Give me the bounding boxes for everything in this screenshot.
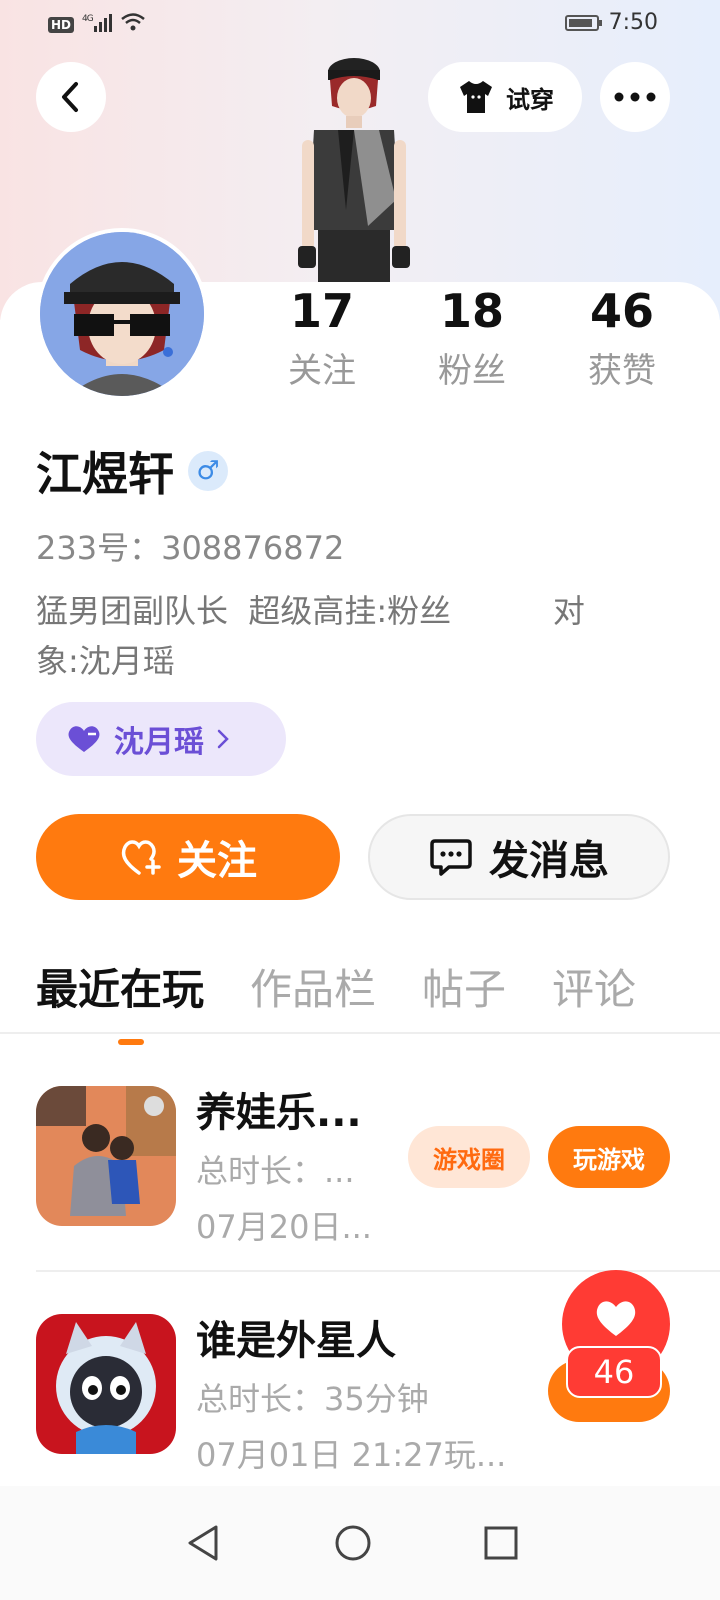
wifi-icon: [120, 12, 146, 38]
tshirt-icon: [460, 81, 492, 113]
more-dots-icon: [614, 92, 656, 102]
try-on-label: 试穿: [506, 85, 554, 114]
nav-back-button[interactable]: [168, 1508, 238, 1578]
content-tabs: 最近在玩 作品栏 帖子 评论: [36, 956, 636, 1045]
stat-label: 关注: [288, 351, 356, 391]
more-options-button[interactable]: [600, 62, 670, 132]
bio-line: 猛男团副队长 超级高挂:粉丝 对: [36, 592, 585, 630]
name-row: 江煜轩 ♂: [36, 438, 228, 504]
male-icon: ♂: [188, 451, 228, 491]
hd-indicator: HD: [48, 17, 75, 33]
battery-icon: [564, 14, 602, 31]
game-title: 养娃乐...: [196, 1090, 362, 1136]
avatar-character-image: [298, 58, 410, 282]
nav-recents-button[interactable]: [466, 1508, 536, 1578]
avatar-portrait-image: [40, 232, 204, 396]
user-name: 江煜轩: [36, 447, 174, 501]
chevron-right-icon: [217, 729, 229, 749]
play-duration: 总时长：...: [196, 1152, 355, 1190]
heart-icon: [68, 726, 100, 752]
user-id[interactable]: 233号：308876872: [36, 523, 344, 569]
list-item[interactable]: 养娃乐... 总时长：... 07月20日... 游戏圈 玩游戏: [36, 1086, 684, 1246]
stat-likes[interactable]: 46 获赞: [562, 285, 682, 392]
play-duration: 总时长：35分钟: [196, 1380, 429, 1418]
stat-following[interactable]: 17 关注: [262, 285, 382, 392]
chevron-left-icon: [62, 82, 78, 112]
triangle-back-icon: [188, 1525, 218, 1561]
relationship-name: 沈月瑶: [114, 725, 204, 760]
heart-icon: [596, 1301, 636, 1336]
user-bio: 猛男团副队长 超级高挂:粉丝 对 象:沈月瑶: [36, 586, 676, 686]
message-label: 发消息: [489, 838, 609, 884]
back-button[interactable]: [36, 62, 106, 132]
clock: 7:50: [608, 10, 658, 35]
game-icon-image: [36, 1086, 176, 1226]
system-navigation-bar: [0, 1486, 720, 1600]
play-game-button[interactable]: 玩游戏: [548, 1126, 670, 1188]
follow-label: 关注: [177, 838, 257, 884]
try-on-button[interactable]: 试穿: [428, 62, 582, 132]
square-recents-icon: [484, 1526, 518, 1560]
game-title: 谁是外星人: [196, 1318, 396, 1364]
stat-fans[interactable]: 18 粉丝: [412, 285, 532, 392]
game-circle-button[interactable]: 游戏圈: [408, 1126, 530, 1188]
like-count-badge: 46: [566, 1346, 662, 1398]
status-bar: HD 4G 7:50: [0, 0, 720, 50]
avatar[interactable]: [36, 228, 208, 400]
last-played: 07月01日 21:27玩...: [196, 1436, 507, 1474]
tab-recently-played[interactable]: 最近在玩: [36, 956, 204, 1045]
bio-line: 象:沈月瑶: [36, 642, 175, 680]
stat-count: 18: [439, 284, 504, 338]
circle-home-icon: [335, 1525, 371, 1561]
stat-label: 粉丝: [438, 351, 506, 391]
stat-label: 获赞: [588, 351, 656, 391]
relationship-tag[interactable]: 沈月瑶: [36, 702, 286, 776]
last-played: 07月20日...: [196, 1208, 372, 1246]
tab-works[interactable]: 作品栏: [250, 956, 376, 1017]
stat-count: 17: [289, 284, 354, 338]
tab-posts[interactable]: 帖子: [422, 956, 506, 1017]
svg-text:4G: 4G: [82, 14, 94, 24]
send-message-button[interactable]: 发消息: [368, 814, 670, 900]
game-icon-image: [36, 1314, 176, 1454]
heart-plus-icon: [121, 840, 161, 875]
divider: [0, 1032, 720, 1034]
cellular-signal-icon: 4G: [82, 13, 113, 37]
stat-count: 46: [589, 284, 654, 338]
chat-bubble-icon: [430, 839, 472, 876]
tab-comments[interactable]: 评论: [552, 956, 636, 1017]
nav-home-button[interactable]: [318, 1508, 388, 1578]
follow-button[interactable]: 关注: [36, 814, 340, 900]
